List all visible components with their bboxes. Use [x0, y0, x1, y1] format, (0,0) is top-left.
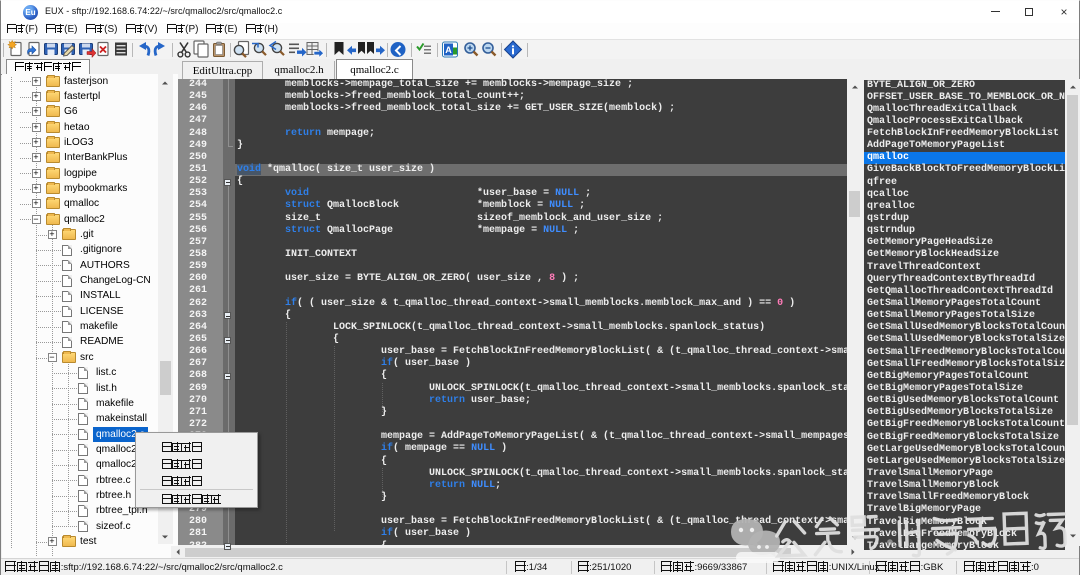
svg-text:A: A: [445, 45, 452, 55]
